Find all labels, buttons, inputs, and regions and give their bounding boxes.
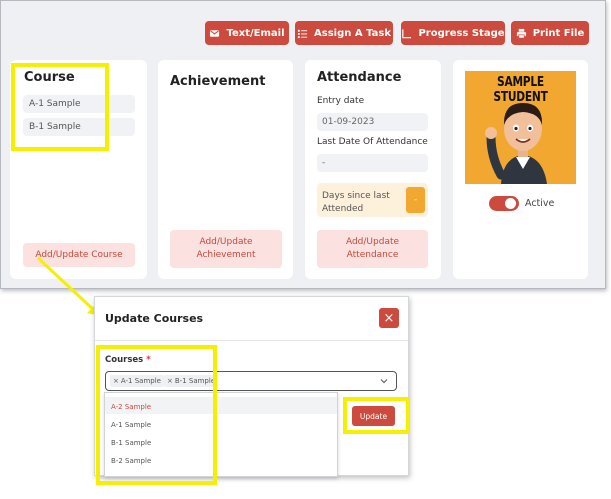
modal-close-button[interactable]: × xyxy=(379,308,399,328)
modal-title: Update Courses xyxy=(105,312,204,325)
close-icon: × xyxy=(383,310,395,326)
courses-field-highlight xyxy=(96,345,217,485)
chevron-down-icon[interactable] xyxy=(380,378,388,384)
modal-divider xyxy=(95,340,408,341)
update-button-highlight xyxy=(343,397,410,434)
